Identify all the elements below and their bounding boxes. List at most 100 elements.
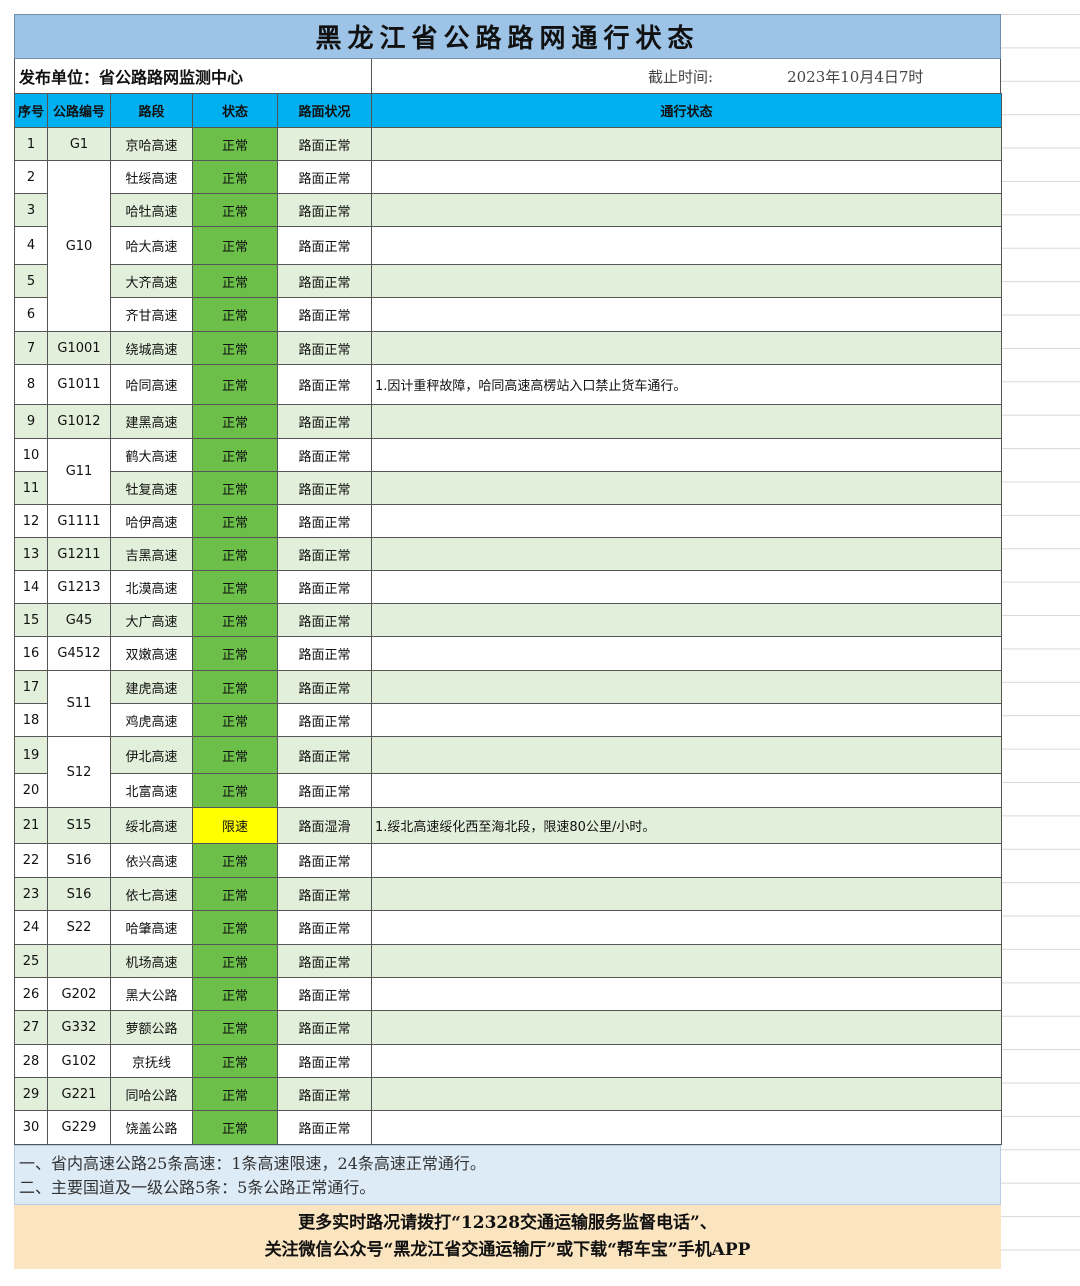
row-number: 27 xyxy=(14,1010,48,1045)
road-condition: 路面正常 xyxy=(277,736,372,774)
road-condition: 路面正常 xyxy=(277,910,372,945)
road-segment: 京哈高速 xyxy=(110,127,193,161)
road-code: G221 xyxy=(47,1077,111,1111)
row-number: 21 xyxy=(14,807,48,844)
road-condition: 路面正常 xyxy=(277,944,372,978)
traffic-note xyxy=(371,1077,1002,1111)
road-segment: 哈肇高速 xyxy=(110,910,193,945)
road-condition: 路面正常 xyxy=(277,160,372,194)
status-badge: 正常 xyxy=(192,1044,278,1078)
status-badge: 正常 xyxy=(192,570,278,604)
road-condition: 路面正常 xyxy=(277,264,372,298)
row-number: 6 xyxy=(14,297,48,332)
row-number: 9 xyxy=(14,404,48,439)
summary-line-2: 二、主要国道及一级公路5条：5条公路正常通行。 xyxy=(19,1178,376,1197)
traffic-note xyxy=(371,1044,1002,1078)
road-code: G11 xyxy=(47,438,111,505)
row-number: 18 xyxy=(14,703,48,737)
table-row: 25 机场高速 正常 路面正常 xyxy=(14,944,1002,978)
road-condition: 路面正常 xyxy=(277,226,372,265)
row-number: 17 xyxy=(14,670,48,704)
row-number: 2 xyxy=(14,160,48,194)
table-row: 3 哈牡高速 正常 路面正常 xyxy=(14,193,1002,227)
table-body: 1 G1 京哈高速 正常 路面正常 2 G10 牡绥高速 正常 路面正常 3 哈牡高速 正常 路面正常 4 哈… xyxy=(14,127,1002,1145)
road-code: S15 xyxy=(47,807,111,844)
cutoff-value: 2023年10月4日7时 xyxy=(787,67,924,86)
traffic-note xyxy=(371,127,1002,161)
road-segment: 机场高速 xyxy=(110,944,193,978)
row-number: 4 xyxy=(14,226,48,265)
status-badge: 正常 xyxy=(192,331,278,365)
road-condition: 路面正常 xyxy=(277,364,372,405)
table-row: 30 G229 饶盖公路 正常 路面正常 xyxy=(14,1110,1002,1145)
traffic-note xyxy=(371,910,1002,945)
table-row: 13 G1211 吉黑高速 正常 路面正常 xyxy=(14,537,1002,571)
table-row: 19 S12 伊北高速 正常 路面正常 xyxy=(14,736,1002,808)
road-code: G102 xyxy=(47,1044,111,1078)
status-badge: 限速 xyxy=(192,807,278,844)
road-code: S16 xyxy=(47,877,111,911)
road-condition: 路面正常 xyxy=(277,570,372,604)
row-number: 26 xyxy=(14,977,48,1011)
table-row: 22 S16 依兴高速 正常 路面正常 xyxy=(14,843,1002,878)
road-code: G229 xyxy=(47,1110,111,1145)
road-segment: 同哈公路 xyxy=(110,1077,193,1111)
road-segment: 大广高速 xyxy=(110,603,193,637)
road-segment: 大齐高速 xyxy=(110,264,193,298)
traffic-note xyxy=(371,297,1002,332)
table-row: 12 G1111 哈伊高速 正常 路面正常 xyxy=(14,504,1002,538)
road-segment: 建虎高速 xyxy=(110,670,193,704)
road-condition: 路面正常 xyxy=(277,404,372,439)
summary-box: 一、省内高速公路25条高速：1条高速限速，24条高速正常通行。 二、主要国道及一… xyxy=(14,1145,1001,1205)
status-badge: 正常 xyxy=(192,438,278,472)
status-badge: 正常 xyxy=(192,264,278,298)
row-number: 16 xyxy=(14,636,48,671)
row-number: 20 xyxy=(14,773,48,808)
road-segment: 双嫩高速 xyxy=(110,636,193,671)
traffic-note xyxy=(371,537,1002,571)
road-segment: 吉黑高速 xyxy=(110,537,193,571)
status-badge: 正常 xyxy=(192,127,278,161)
status-badge: 正常 xyxy=(192,226,278,265)
row-number: 14 xyxy=(14,570,48,604)
road-segment: 依兴高速 xyxy=(110,843,193,878)
traffic-note xyxy=(371,226,1002,265)
road-condition: 路面正常 xyxy=(277,471,372,505)
road-segment: 哈伊高速 xyxy=(110,504,193,538)
status-badge: 正常 xyxy=(192,504,278,538)
table-row: 9 G1012 建黑高速 正常 路面正常 xyxy=(14,404,1002,439)
road-code: G1211 xyxy=(47,537,111,571)
traffic-note xyxy=(371,504,1002,538)
status-badge: 正常 xyxy=(192,910,278,945)
traffic-note xyxy=(371,603,1002,637)
road-code: S12 xyxy=(47,736,111,808)
status-badge: 正常 xyxy=(192,944,278,978)
road-condition: 路面正常 xyxy=(277,636,372,671)
road-condition: 路面正常 xyxy=(277,504,372,538)
traffic-note xyxy=(371,736,1002,774)
road-segment: 黑大公路 xyxy=(110,977,193,1011)
table-row: 20 北富高速 正常 路面正常 xyxy=(14,773,1002,808)
road-segment: 萝额公路 xyxy=(110,1010,193,1045)
status-badge: 正常 xyxy=(192,1010,278,1045)
table-row: 23 S16 依七高速 正常 路面正常 xyxy=(14,877,1002,911)
table-row: 10 G11 鹤大高速 正常 路面正常 xyxy=(14,438,1002,505)
road-condition: 路面湿滑 xyxy=(277,807,372,844)
table-row: 16 G4512 双嫩高速 正常 路面正常 xyxy=(14,636,1002,671)
cutoff-label: 截止时间: xyxy=(648,67,714,86)
status-sheet: 黑龙江省公路路网通行状态 发布单位：省公路路网监测中心 截止时间: 2023年1… xyxy=(14,14,1002,1269)
status-badge: 正常 xyxy=(192,603,278,637)
table-row: 29 G221 同哈公路 正常 路面正常 xyxy=(14,1077,1002,1111)
road-code: G202 xyxy=(47,977,111,1011)
table-row: 28 G102 京抚线 正常 路面正常 xyxy=(14,1044,1002,1078)
road-condition: 路面正常 xyxy=(277,537,372,571)
row-number: 28 xyxy=(14,1044,48,1078)
traffic-note xyxy=(371,438,1002,472)
road-condition: 路面正常 xyxy=(277,127,372,161)
table-header-row: 序号 公路编号 路段 状态 路面状况 通行状态 xyxy=(14,93,1002,128)
road-segment: 北富高速 xyxy=(110,773,193,808)
status-badge: 正常 xyxy=(192,537,278,571)
row-number: 5 xyxy=(14,264,48,298)
header-no: 序号 xyxy=(14,93,48,128)
traffic-note xyxy=(371,843,1002,878)
